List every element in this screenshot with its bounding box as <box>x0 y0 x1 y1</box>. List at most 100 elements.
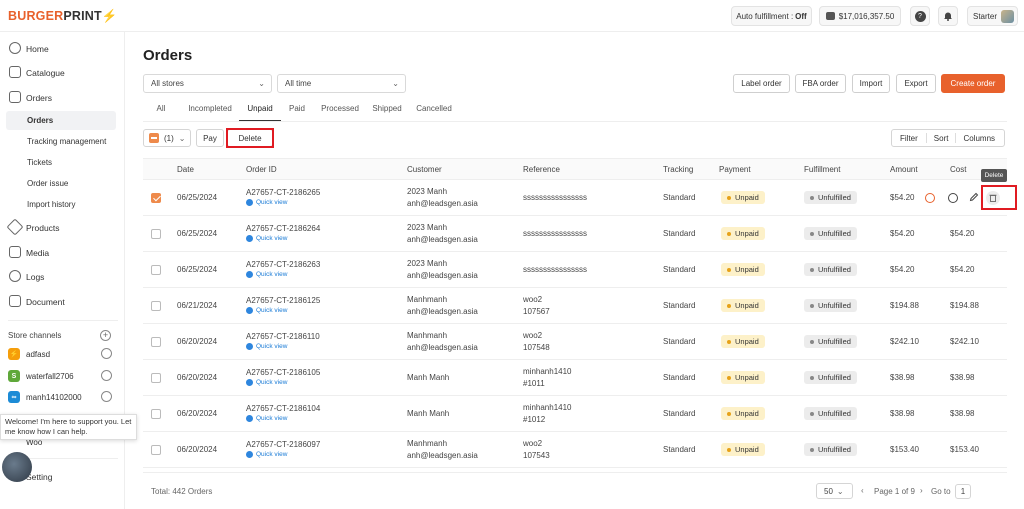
table-row[interactable]: 06/25/2024 A27657-CT-2186265 Quick view … <box>143 180 1007 216</box>
tab-cancelled[interactable]: Cancelled <box>412 102 456 122</box>
fba-order-button[interactable]: FBA order <box>795 74 846 93</box>
pay-coin-icon[interactable] <box>925 193 935 203</box>
quick-view-link[interactable]: Quick view <box>246 271 287 278</box>
row-checkbox[interactable] <box>151 337 161 347</box>
quick-view-link[interactable]: Quick view <box>246 343 287 350</box>
sidebar-subitem-tracking-management[interactable]: Tracking management <box>6 132 116 151</box>
sidebar-subitem-import-history[interactable]: Import history <box>6 195 116 214</box>
filter-button[interactable]: Filter <box>892 134 926 143</box>
row-checkbox[interactable] <box>151 445 161 455</box>
sidebar-item-label: Products <box>26 222 60 233</box>
table-row[interactable]: 06/21/2024 A27657-CT-2186125 Quick view … <box>143 288 1007 324</box>
order-id-link[interactable]: A27657-CT-2186104 <box>246 404 320 413</box>
col-date[interactable]: Date <box>177 165 194 174</box>
sidebar-subitem-orders[interactable]: Orders <box>6 111 116 130</box>
sort-button[interactable]: Sort <box>927 134 956 143</box>
tab-all[interactable]: All <box>151 102 171 122</box>
goto-label: Go to <box>931 487 951 496</box>
order-id-link[interactable]: A27657-CT-2186110 <box>246 332 320 341</box>
col-customer[interactable]: Customer <box>407 165 442 174</box>
quick-view-link[interactable]: Quick view <box>246 451 287 458</box>
add-store-icon[interactable]: + <box>100 330 111 341</box>
table-row[interactable]: 06/20/2024 A27657-CT-2186110 Quick view … <box>143 324 1007 360</box>
table-header: Date Order ID Customer Reference Trackin… <box>143 158 1007 180</box>
next-page-button[interactable]: › <box>920 486 923 495</box>
highlight-delete-icon <box>981 185 1017 210</box>
payment-status-label: Unpaid <box>735 301 759 310</box>
tab-shipped[interactable]: Shipped <box>369 102 405 122</box>
order-id-link[interactable]: A27657-CT-2186264 <box>246 224 320 233</box>
table-row[interactable]: 06/20/2024 A27657-CT-2186097 Quick view … <box>143 432 1007 468</box>
gear-icon[interactable] <box>101 391 112 402</box>
sidebar-item-document[interactable]: Document <box>0 291 125 312</box>
table-row[interactable]: 06/20/2024 A27657-CT-2186105 Quick view … <box>143 360 1007 396</box>
balance-button[interactable]: $17,016,357.50 <box>819 6 901 26</box>
label-order-button[interactable]: Label order <box>733 74 790 93</box>
row-checkbox[interactable] <box>151 265 161 275</box>
col-tracking[interactable]: Tracking <box>663 165 693 174</box>
col-fulfillment[interactable]: Fulfillment <box>804 165 840 174</box>
tab-paid[interactable]: Paid <box>284 102 310 122</box>
quick-view-link[interactable]: Quick view <box>246 307 287 314</box>
tab-processed[interactable]: Processed <box>319 102 361 122</box>
store-channel-item[interactable]: ⚡ adfasd <box>8 345 118 363</box>
quick-view-link[interactable]: Quick view <box>246 379 287 386</box>
col-order-id[interactable]: Order ID <box>246 165 277 174</box>
quick-view-link[interactable]: Quick view <box>246 235 287 242</box>
brand-logo[interactable]: BURGERPRINT⚡ <box>8 9 118 24</box>
order-id-link[interactable]: A27657-CT-2186125 <box>246 296 320 305</box>
auto-fulfillment-toggle[interactable]: Auto fulfillment : Off <box>731 6 812 26</box>
col-payment[interactable]: Payment <box>719 165 751 174</box>
table-row[interactable]: 06/25/2024 A27657-CT-2186264 Quick view … <box>143 216 1007 252</box>
quick-view-link[interactable]: Quick view <box>246 415 287 422</box>
sidebar-item-logs[interactable]: Logs <box>0 266 125 287</box>
col-amount[interactable]: Amount <box>890 165 918 174</box>
create-order-button[interactable]: Create order <box>941 74 1005 93</box>
per-page-select[interactable]: 50 ⌄ <box>816 483 853 499</box>
col-cost[interactable]: Cost <box>950 165 966 174</box>
pay-button[interactable]: Pay <box>196 129 224 147</box>
table-row[interactable]: 06/25/2024 A27657-CT-2186263 Quick view … <box>143 252 1007 288</box>
gear-icon[interactable] <box>101 348 112 359</box>
order-id-link[interactable]: A27657-CT-2186097 <box>246 440 320 449</box>
sidebar-item-home[interactable]: Home <box>0 38 125 59</box>
tab-incompleted[interactable]: Incompleted <box>185 102 235 122</box>
store-filter-select[interactable]: All stores ⌄ <box>143 74 272 93</box>
edit-pencil-icon[interactable] <box>969 192 979 202</box>
export-button[interactable]: Export <box>896 74 936 93</box>
row-checkbox[interactable] <box>151 301 161 311</box>
sidebar-item-products[interactable]: Products <box>0 217 125 238</box>
support-agent-avatar[interactable] <box>2 452 32 482</box>
order-id-link[interactable]: A27657-CT-2186105 <box>246 368 320 377</box>
store-channel-item[interactable]: ∞ manh14102000 <box>8 388 118 406</box>
notifications-button[interactable] <box>938 6 958 26</box>
order-id-link[interactable]: A27657-CT-2186265 <box>246 188 320 197</box>
col-reference[interactable]: Reference <box>523 165 560 174</box>
sidebar-subitem-order-issue[interactable]: Order issue <box>6 174 116 193</box>
columns-button[interactable]: Columns <box>956 134 1002 143</box>
order-id-link[interactable]: A27657-CT-2186263 <box>246 260 320 269</box>
row-checkbox[interactable] <box>151 373 161 383</box>
row-checkbox[interactable] <box>151 193 161 203</box>
goto-page-input[interactable]: 1 <box>955 484 971 499</box>
top-bar: BURGERPRINT⚡ Auto fulfillment : Off $17,… <box>0 0 1024 32</box>
row-checkbox[interactable] <box>151 409 161 419</box>
sidebar-subitem-tickets[interactable]: Tickets <box>6 153 116 172</box>
row-checkbox[interactable] <box>151 229 161 239</box>
bulk-select-dropdown[interactable]: (1) ⌄ <box>143 129 191 147</box>
sidebar-item-orders[interactable]: Orders <box>0 87 125 108</box>
prev-page-button[interactable]: ‹ <box>861 486 864 495</box>
store-channel-item[interactable]: Swaterfall2706 <box>8 367 118 385</box>
import-button[interactable]: Import <box>852 74 890 93</box>
sidebar-item-catalogue[interactable]: Catalogue <box>0 62 125 83</box>
account-menu[interactable]: Starter <box>967 6 1018 26</box>
help-button[interactable]: ? <box>910 6 930 26</box>
quick-view-link[interactable]: Quick view <box>246 199 287 206</box>
process-icon[interactable] <box>948 193 958 203</box>
partial-checkbox[interactable] <box>149 133 159 143</box>
sidebar-item-media[interactable]: Media <box>0 242 125 263</box>
time-filter-select[interactable]: All time ⌄ <box>277 74 406 93</box>
table-row[interactable]: 06/20/2024 A27657-CT-2186104 Quick view … <box>143 396 1007 432</box>
gear-icon[interactable] <box>101 370 112 381</box>
tab-unpaid[interactable]: Unpaid <box>239 102 281 122</box>
